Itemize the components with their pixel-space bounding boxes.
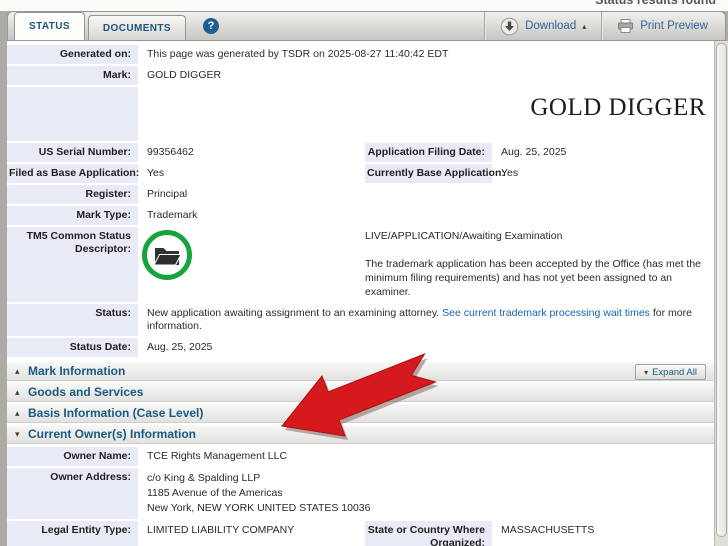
section-label-current-owners: Current Owner(s) Information [28,427,196,441]
expand-all-label: Expand All [652,367,697,378]
field-row-base-application: Filed as Base Application: Yes Currently… [7,164,714,183]
status-panel: Generated on: This page was generated by… [7,41,714,546]
printer-icon [617,19,634,33]
collapsed-caret-icon: ▴ [15,387,28,398]
application-filing-date-value: Aug. 25, 2025 [492,143,714,162]
state-organized-label: State or Country Where Organized: [365,521,492,546]
section-goods-and-services[interactable]: ▴ Goods and Services [7,382,714,402]
download-button[interactable]: Download ▴ [484,12,601,40]
current-owners-body: Owner Name: TCE Rights Management LLC Ow… [7,445,714,546]
tab-documents[interactable]: DOCUMENTS [88,15,186,40]
section-label-mark-information: Mark Information [28,364,125,378]
tm5-live-folder-icon [140,228,194,282]
mark-value: GOLD DIGGER [138,66,714,85]
tab-status[interactable]: STATUS [14,12,85,40]
tm5-description: The trademark application has been accep… [365,257,714,299]
vertical-scrollbar[interactable] [714,41,728,546]
field-row-mark-type: Mark Type: Trademark [7,206,714,225]
owner-address-line-2: 1185 Avenue of the Americas [147,486,710,501]
toolbar-right: Download ▴ Print Preview [484,12,723,40]
filed-as-base-value: Yes [138,164,365,183]
field-row-generated-on: Generated on: This page was generated by… [7,45,714,64]
currently-base-value: Yes [492,164,714,183]
section-mark-information[interactable]: ▴ Mark Information ▾ Expand All [7,361,714,381]
owner-address-line-1: c/o King & Spalding LLP [147,471,710,486]
collapsed-caret-icon: ▴ [15,408,28,419]
status-text-before: New application awaiting assignment to a… [147,307,439,319]
field-row-tm5: TM5 Common Status Descriptor: LIVE/APPLI… [7,227,714,302]
field-row-status-date: Status Date: Aug. 25, 2025 [7,338,714,357]
section-label-goods-and-services: Goods and Services [28,385,143,399]
legal-entity-type-value: LIMITED LIABILITY COMPANY [138,521,365,546]
status-date-label: Status Date: [7,338,138,357]
print-preview-label: Print Preview [640,20,708,32]
mark-type-value: Trademark [138,206,714,225]
expand-all-button[interactable]: ▾ Expand All [635,364,706,380]
section-label-basis-information: Basis Information (Case Level) [28,406,203,420]
section-basis-information[interactable]: ▴ Basis Information (Case Level) [7,403,714,423]
field-row-status: Status: New application awaiting assignm… [7,304,714,336]
window-top-strip: Status results found [0,0,728,11]
tm5-text-block: LIVE/APPLICATION/Awaiting Examination Th… [365,230,714,299]
field-row-legal-entity: Legal Entity Type: LIMITED LIABILITY COM… [7,521,714,546]
tm5-label: TM5 Common Status Descriptor: [7,227,138,302]
download-label: Download [525,20,576,32]
mark-label: Mark: [7,66,138,85]
collapsed-caret-icon: ▴ [15,366,28,377]
scrollbar-thumb[interactable] [716,43,727,537]
status-label: Status: [7,304,138,336]
help-icon[interactable]: ? [203,18,219,34]
filed-as-base-label: Filed as Base Application: [7,164,138,183]
print-preview-button[interactable]: Print Preview [601,12,723,40]
tab-bar: STATUS DOCUMENTS ? Download ▴ Print Prev… [7,11,726,41]
legal-entity-type-label: Legal Entity Type: [7,521,138,546]
download-icon [500,17,519,36]
mark-image: GOLD DIGGER [138,87,714,141]
owner-address-line-3: New York, NEW YORK UNITED STATES 10036 [147,501,710,516]
tm5-value: LIVE/APPLICATION/Awaiting Examination Th… [138,227,714,302]
status-value: New application awaiting assignment to a… [138,304,714,336]
tm5-status-line: LIVE/APPLICATION/Awaiting Examination [365,230,714,243]
mark-type-label: Mark Type: [7,206,138,225]
section-current-owners[interactable]: ▾ Current Owner(s) Information [7,424,714,444]
field-row-owner-address: Owner Address: c/o King & Spalding LLP 1… [7,468,714,519]
mark-image-label-spacer [7,87,138,141]
owner-name-value: TCE Rights Management LLC [138,447,714,466]
us-serial-number-value: 99356462 [138,143,365,162]
expanded-caret-icon: ▾ [15,429,28,440]
owner-name-label: Owner Name: [7,447,138,466]
status-results-clipped-text: Status results found [595,0,716,7]
owner-address-value: c/o King & Spalding LLP 1185 Avenue of t… [138,468,714,519]
currently-base-label: Currently Base Application: [365,164,492,183]
field-row-serial: US Serial Number: 99356462 Application F… [7,143,714,162]
field-row-owner-name: Owner Name: TCE Rights Management LLC [7,447,714,466]
state-organized-value: MASSACHUSETTS [492,521,714,546]
field-row-register: Register: Principal [7,185,714,204]
download-caret-icon: ▴ [582,22,586,31]
us-serial-number-label: US Serial Number: [7,143,138,162]
processing-wait-times-link[interactable]: See current trademark processing wait ti… [442,307,650,319]
status-date-value: Aug. 25, 2025 [138,338,714,357]
generated-on-value: This page was generated by TSDR on 2025-… [138,45,714,64]
mark-image-row: GOLD DIGGER [7,87,714,141]
register-label: Register: [7,185,138,204]
register-value: Principal [138,185,714,204]
field-row-mark: Mark: GOLD DIGGER [7,66,714,85]
expand-all-caret-icon: ▾ [644,368,648,377]
application-filing-date-label: Application Filing Date: [365,143,492,162]
owner-address-label: Owner Address: [7,468,138,519]
generated-on-label: Generated on: [7,45,138,64]
